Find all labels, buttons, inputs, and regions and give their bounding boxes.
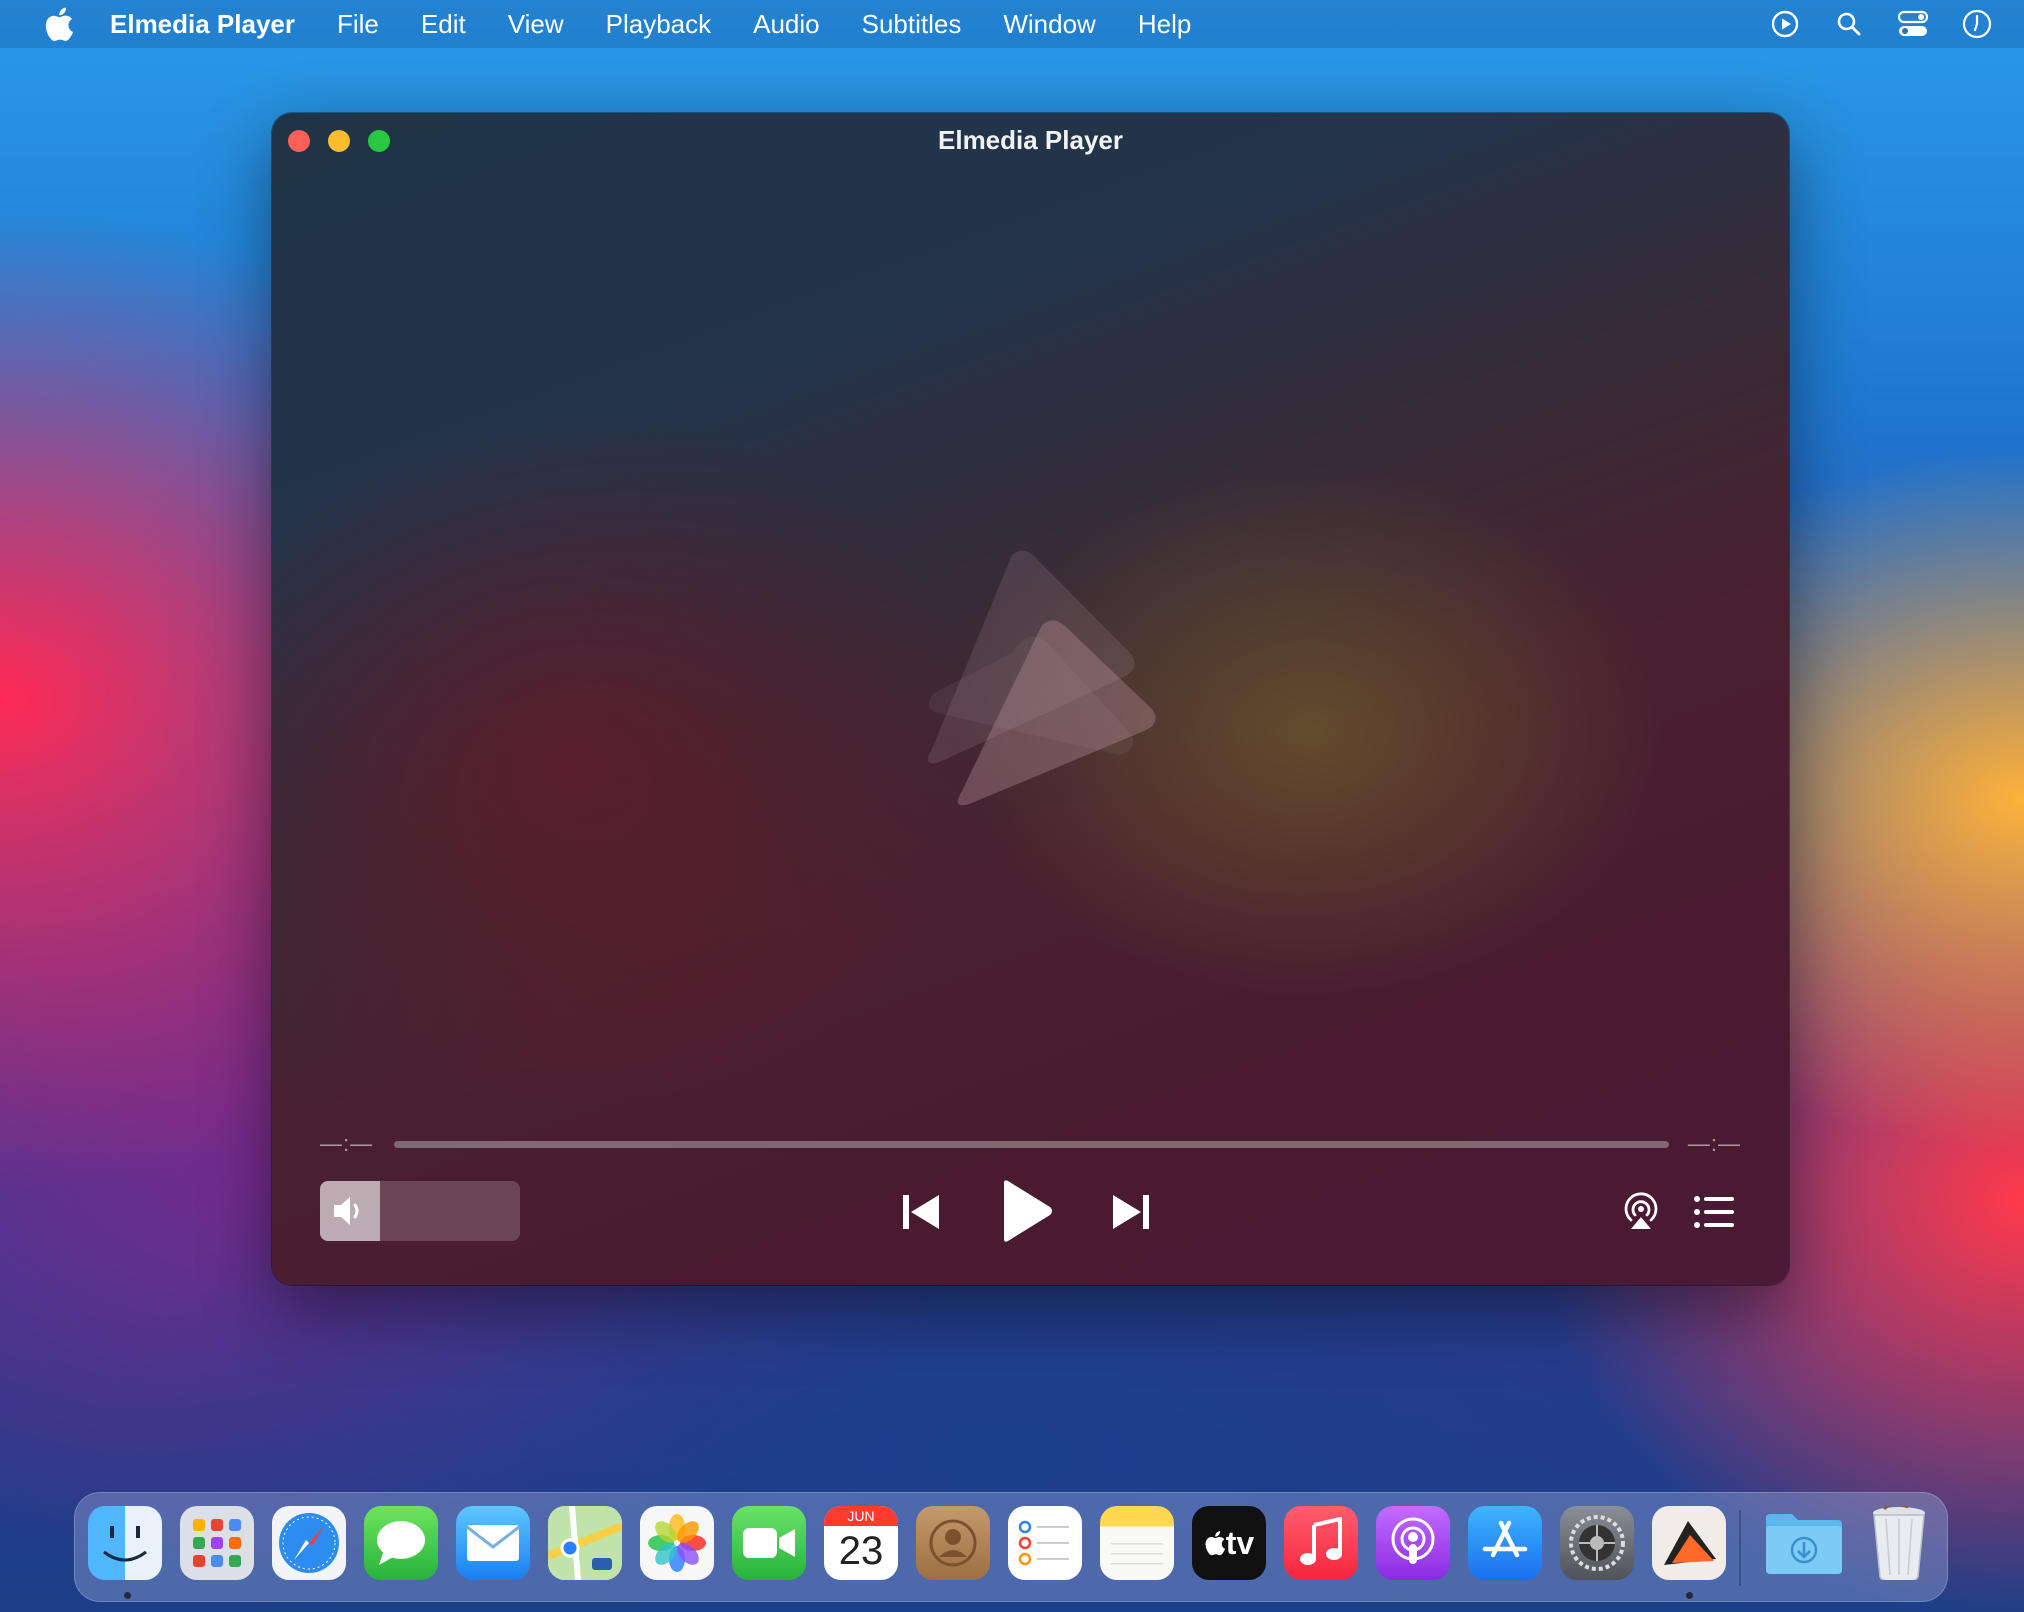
notes-icon[interactable] xyxy=(1100,1506,1174,1580)
menu-edit[interactable]: Edit xyxy=(421,9,466,40)
menu-playback[interactable]: Playback xyxy=(606,9,712,40)
play-button[interactable] xyxy=(996,1177,1056,1245)
menu-view[interactable]: View xyxy=(508,9,564,40)
finder-running-dot xyxy=(124,1592,131,1599)
music-icon[interactable] xyxy=(1284,1506,1358,1580)
safari-icon[interactable] xyxy=(272,1506,346,1580)
calendar-icon[interactable]: JUN 23 xyxy=(824,1506,898,1580)
menu-file[interactable]: File xyxy=(337,9,379,40)
menu-bar: Elmedia Player File Edit View Playback A… xyxy=(0,0,2024,48)
next-track-button[interactable] xyxy=(1108,1187,1154,1237)
podcasts-icon[interactable] xyxy=(1376,1506,1450,1580)
airplay-icon xyxy=(1624,1192,1658,1229)
play-icon xyxy=(1004,1180,1052,1242)
maps-icon[interactable] xyxy=(548,1506,622,1580)
calendar-day: 23 xyxy=(838,1529,884,1573)
window-title: Elmedia Player xyxy=(938,125,1123,155)
playlist-button[interactable] xyxy=(1692,1193,1736,1231)
play-circle-icon[interactable] xyxy=(1768,7,1802,41)
speaker-icon xyxy=(334,1197,359,1225)
facetime-icon[interactable] xyxy=(732,1506,806,1580)
skip-back-icon xyxy=(903,1195,939,1229)
previous-track-button[interactable] xyxy=(898,1187,944,1237)
time-elapsed: —:— xyxy=(320,1131,374,1156)
menu-window[interactable]: Window xyxy=(1003,9,1095,40)
system-preferences-icon[interactable] xyxy=(1560,1506,1634,1580)
control-center-icon[interactable] xyxy=(1896,7,1930,41)
search-icon[interactable] xyxy=(1832,7,1866,41)
apple-logo-icon[interactable] xyxy=(42,6,76,42)
menu-app-name[interactable]: Elmedia Player xyxy=(110,9,295,40)
mail-icon[interactable] xyxy=(456,1506,530,1580)
elmedia-logo-icon xyxy=(927,550,1156,806)
elmedia-running-dot xyxy=(1686,1592,1693,1599)
reminders-icon[interactable] xyxy=(1008,1506,1082,1580)
progress-bar[interactable] xyxy=(394,1141,1669,1148)
list-icon xyxy=(1694,1196,1734,1228)
menu-audio[interactable]: Audio xyxy=(753,9,820,40)
apple-logo-small-icon xyxy=(1205,1531,1225,1556)
airplay-button[interactable] xyxy=(1618,1187,1664,1233)
player-window: Elmedia Player —:— —:— xyxy=(272,113,1789,1285)
clock-icon[interactable] xyxy=(1960,7,1994,41)
messages-icon[interactable] xyxy=(364,1506,438,1580)
elmedia-player-dock-icon[interactable] xyxy=(1652,1506,1726,1580)
launchpad-icon[interactable] xyxy=(180,1506,254,1580)
tv-label: tv xyxy=(1225,1524,1255,1561)
calendar-month: JUN xyxy=(824,1506,898,1526)
title-bar[interactable]: Elmedia Player xyxy=(272,113,1789,169)
contacts-icon[interactable] xyxy=(916,1506,990,1580)
downloads-folder-icon[interactable] xyxy=(1762,1506,1846,1580)
dock-separator xyxy=(1739,1510,1741,1586)
app-store-icon[interactable] xyxy=(1468,1506,1542,1580)
menu-subtitles[interactable]: Subtitles xyxy=(862,9,962,40)
finder-icon[interactable] xyxy=(88,1506,162,1580)
trash-icon[interactable] xyxy=(1864,1506,1934,1580)
time-remaining: —:— xyxy=(1687,1131,1741,1156)
apple-tv-icon[interactable]: tv xyxy=(1192,1506,1266,1580)
skip-forward-icon xyxy=(1113,1195,1149,1229)
photos-icon[interactable] xyxy=(640,1506,714,1580)
menu-help[interactable]: Help xyxy=(1138,9,1191,40)
dock: JUN 23 tv xyxy=(74,1492,1948,1602)
volume-slider[interactable] xyxy=(320,1181,520,1241)
